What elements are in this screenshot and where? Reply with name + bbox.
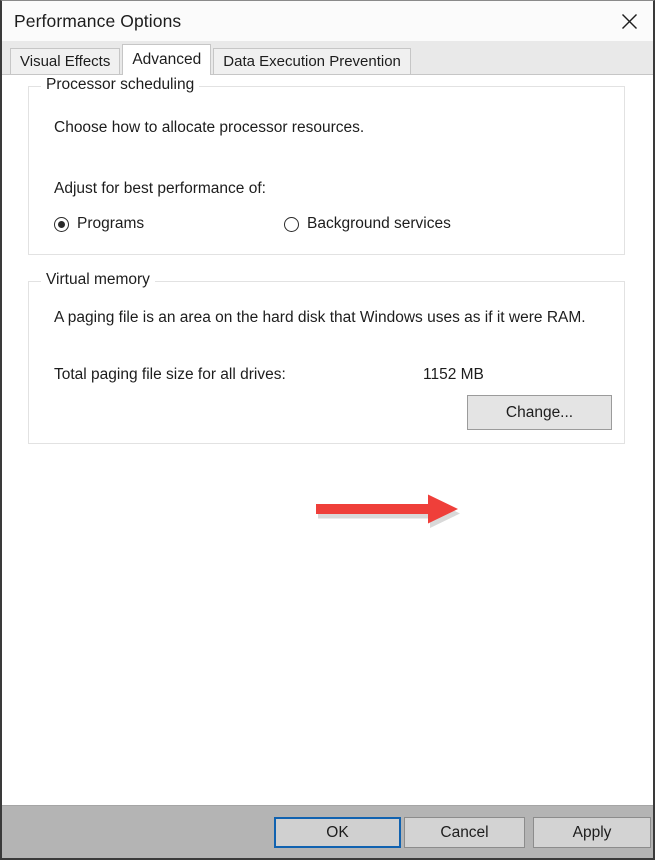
radio-background-services-label: Background services — [307, 215, 451, 232]
adjust-performance-label: Adjust for best performance of: — [54, 180, 266, 197]
dialog-footer: OK Cancel Apply — [2, 805, 653, 858]
cancel-button[interactable]: Cancel — [404, 817, 525, 848]
processor-scheduling-description: Choose how to allocate processor resourc… — [54, 119, 365, 136]
radio-programs[interactable]: Programs — [54, 215, 144, 233]
annotation-arrow-icon — [316, 491, 462, 531]
radio-background-services[interactable]: Background services — [284, 215, 451, 233]
total-paging-file-label: Total paging file size for all drives: — [54, 366, 286, 383]
group-processor-scheduling: Processor scheduling Choose how to alloc… — [28, 76, 625, 255]
close-icon[interactable] — [605, 1, 653, 41]
total-paging-file-value: 1152 MB — [423, 366, 484, 383]
tab-advanced[interactable]: Advanced — [122, 44, 212, 75]
tab-strip: Visual Effects Advanced Data Execution P… — [2, 41, 653, 75]
window-title: Performance Options — [14, 10, 182, 31]
tab-visual-effects[interactable]: Visual Effects — [10, 48, 121, 75]
tab-content-advanced: Processor scheduling Choose how to alloc… — [2, 74, 653, 805]
radio-selected-icon — [54, 216, 69, 232]
performance-options-dialog: Performance Options Visual Effects Advan… — [0, 0, 655, 860]
apply-button[interactable]: Apply — [533, 817, 651, 848]
tab-data-execution-prevention[interactable]: Data Execution Prevention — [213, 48, 411, 75]
radio-unselected-icon — [284, 216, 299, 232]
title-bar: Performance Options — [2, 1, 653, 41]
group-virtual-memory: Virtual memory A paging file is an area … — [28, 271, 625, 444]
ok-button[interactable]: OK — [274, 817, 401, 848]
change-button[interactable]: Change... — [467, 395, 612, 430]
radio-programs-label: Programs — [77, 215, 145, 232]
virtual-memory-description: A paging file is an area on the hard dis… — [54, 309, 586, 326]
